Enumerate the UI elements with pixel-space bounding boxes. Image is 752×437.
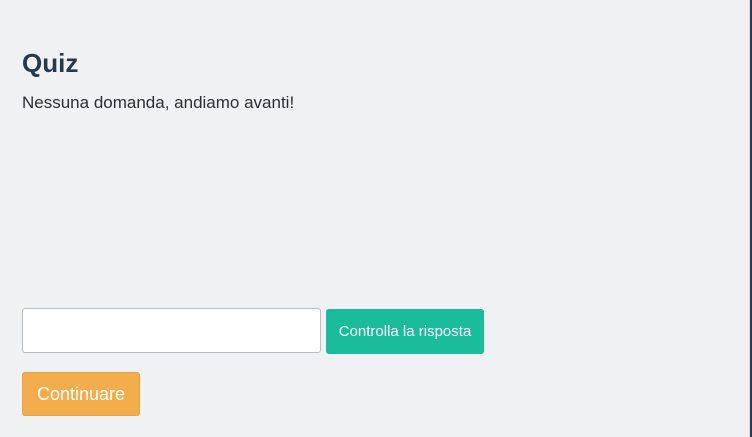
quiz-message: Nessuna domanda, andiamo avanti! <box>22 93 295 112</box>
continue-button[interactable]: Continuare <box>22 372 140 416</box>
check-answer-button[interactable]: Controlla la risposta <box>326 309 484 354</box>
answer-input[interactable] <box>22 308 321 353</box>
quiz-panel: Quiz Nessuna domanda, andiamo avanti! Co… <box>0 0 750 437</box>
quiz-title: Quiz <box>22 48 79 78</box>
